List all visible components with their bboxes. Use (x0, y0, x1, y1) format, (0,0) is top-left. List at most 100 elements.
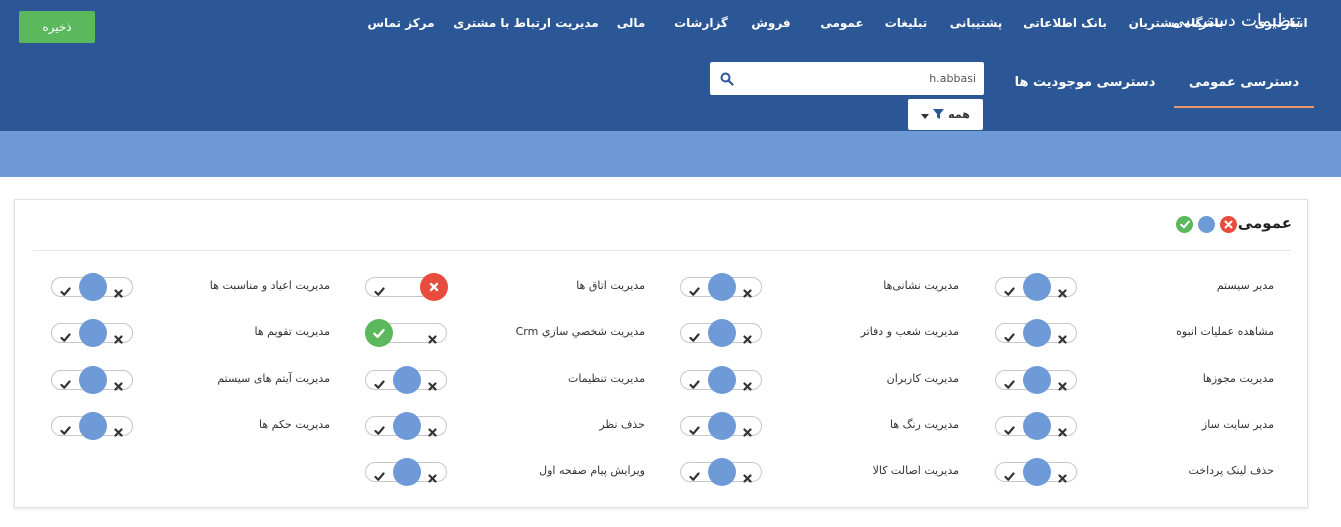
close-icon (428, 329, 437, 344)
toggle-knob[interactable] (1023, 458, 1051, 486)
permission-toggle[interactable] (995, 458, 1077, 486)
close-icon (743, 422, 752, 437)
permission-toggle[interactable] (680, 273, 762, 301)
toggle-knob[interactable] (79, 319, 107, 347)
permission-toggle[interactable] (995, 273, 1077, 301)
permission-label: مدیریت تقویم ها (254, 325, 331, 338)
category-finance[interactable]: مالی (606, 10, 656, 36)
permission-toggle[interactable] (680, 458, 762, 486)
check-icon (60, 328, 71, 342)
toggle-knob[interactable] (393, 458, 421, 486)
permission-label: مدیریت مجوزها (1202, 372, 1274, 385)
check-icon (689, 282, 700, 296)
category-advertising[interactable]: تبلیغات (871, 10, 941, 36)
toggle-knob[interactable] (393, 412, 421, 440)
toggle-knob[interactable] (1023, 366, 1051, 394)
permission-toggle[interactable] (365, 319, 447, 347)
permission-label: مدیریت شخصي سازي Crm (515, 325, 645, 338)
check-icon (1004, 421, 1015, 435)
permission-toggle[interactable] (51, 366, 133, 394)
category-general[interactable]: عمومی (812, 10, 872, 36)
close-icon (1058, 468, 1067, 483)
toggle-knob[interactable] (420, 273, 448, 301)
check-icon (689, 467, 700, 481)
category-sales[interactable]: فروش (741, 10, 801, 36)
check-icon (374, 375, 385, 389)
permission-label: مدیریت کاربران (886, 372, 959, 385)
toggle-knob[interactable] (708, 458, 736, 486)
category-call-center[interactable]: مرکز تماس (361, 10, 441, 36)
permission-toggle[interactable] (680, 366, 762, 394)
category-crm[interactable]: مدیریت ارتباط با مشتری (453, 10, 598, 36)
check-icon (1004, 328, 1015, 342)
toggle-knob[interactable] (1023, 319, 1051, 347)
section-title: عمومی (1237, 214, 1292, 232)
category-database[interactable]: بانک اطلاعاتی (1017, 10, 1113, 36)
check-icon (1004, 375, 1015, 389)
category-warehouse[interactable]: انبارداری (1251, 10, 1311, 36)
toggle-knob[interactable] (365, 319, 393, 347)
category-customer-club[interactable]: باشگاه مشتریان (1121, 10, 1231, 36)
category-support[interactable]: پشتیبانی (941, 10, 1011, 36)
permission-toggle[interactable] (51, 273, 133, 301)
permissions-panel (14, 199, 1308, 508)
permission-toggle[interactable] (680, 319, 762, 347)
toggle-knob[interactable] (1023, 273, 1051, 301)
tab-general-access[interactable]: دسترسی عمومی (1174, 64, 1314, 108)
permission-toggle[interactable] (995, 319, 1077, 347)
permission-label: مدیریت حکم ها (258, 418, 330, 431)
toggle-knob[interactable] (393, 366, 421, 394)
permission-toggle[interactable] (51, 319, 133, 347)
permission-toggle[interactable] (51, 412, 133, 440)
check-icon (689, 421, 700, 435)
close-icon (743, 329, 752, 344)
close-icon (743, 283, 752, 298)
permission-label: مدیریت اصالت کالا (872, 464, 959, 477)
permission-toggle[interactable] (365, 273, 448, 301)
permission-label: مدیریت شعب و دفاتر (860, 325, 959, 338)
search-box (710, 62, 984, 95)
check-icon (374, 421, 385, 435)
toggle-knob[interactable] (708, 319, 736, 347)
permission-label: مدیر سیستم (1216, 279, 1274, 292)
permission-label: مدیریت رنگ ها (889, 418, 959, 431)
close-icon (1058, 283, 1067, 298)
toggle-knob[interactable] (79, 273, 107, 301)
permission-toggle[interactable] (365, 458, 447, 486)
caret-down-icon (921, 105, 930, 124)
search-icon[interactable] (720, 71, 734, 86)
close-icon (428, 468, 437, 483)
toggle-knob[interactable] (79, 366, 107, 394)
close-icon (114, 422, 123, 437)
reset-all-button[interactable] (1198, 216, 1215, 233)
close-icon (743, 468, 752, 483)
toggle-knob[interactable] (79, 412, 107, 440)
section-divider (33, 250, 1291, 251)
toggle-knob[interactable] (708, 273, 736, 301)
permission-label: حذف لینک پرداخت (1188, 464, 1275, 477)
toggle-knob[interactable] (708, 412, 736, 440)
tab-entity-access[interactable]: دسترسی موجودیت ها (1015, 64, 1156, 108)
allow-all-button[interactable] (1176, 216, 1193, 233)
close-icon (1058, 329, 1067, 344)
deny-all-button[interactable] (1220, 216, 1237, 233)
permission-toggle[interactable] (365, 366, 447, 394)
check-icon (60, 421, 71, 435)
permission-toggle[interactable] (995, 366, 1077, 394)
permission-toggle[interactable] (365, 412, 447, 440)
toggle-knob[interactable] (1023, 412, 1051, 440)
toggle-knob[interactable] (708, 366, 736, 394)
category-reports[interactable]: گزارشات (666, 10, 736, 36)
permission-toggle[interactable] (995, 412, 1077, 440)
permission-label: مدیریت اتاق ها (576, 279, 645, 292)
filter-dropdown[interactable]: همه (908, 99, 983, 130)
save-button[interactable]: ذخیره (19, 11, 95, 43)
category-bar (0, 131, 1341, 177)
close-icon (428, 422, 437, 437)
search-input[interactable] (748, 62, 976, 95)
check-icon (1004, 282, 1015, 296)
permission-label: مشاهده عملیات انبوه (1176, 325, 1274, 338)
close-icon (114, 283, 123, 298)
permission-toggle[interactable] (680, 412, 762, 440)
check-icon (689, 375, 700, 389)
